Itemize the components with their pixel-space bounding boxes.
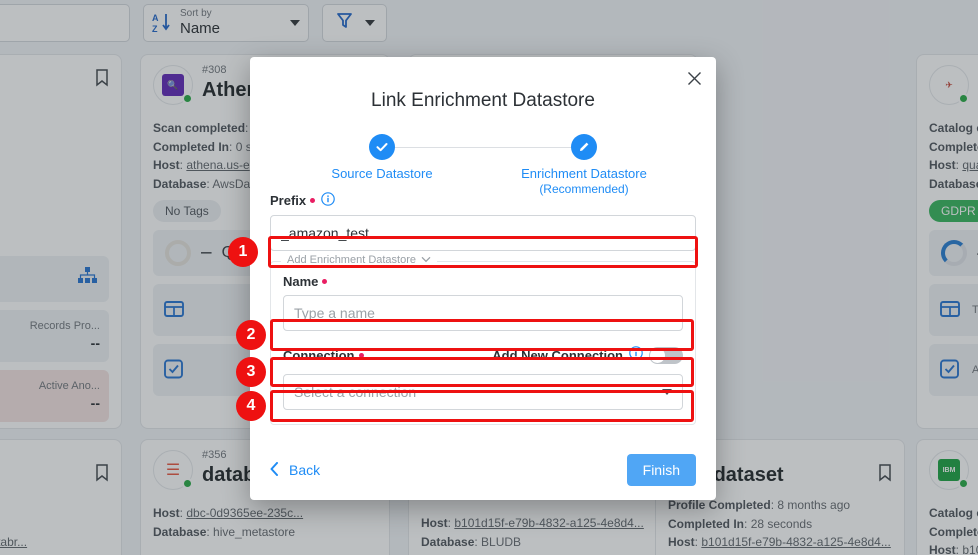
link-enrichment-datastore-modal: Link Enrichment Datastore Source Datasto…: [250, 57, 716, 500]
modal-title: Link Enrichment Datastore: [371, 90, 595, 111]
add-new-connection-label: Add New Connection: [492, 347, 623, 363]
step-label: Source Datastore: [331, 166, 433, 181]
annotation-marker-3: 3: [236, 357, 266, 387]
step-source-datastore[interactable]: Source Datastore: [316, 134, 448, 182]
required-indicator: [310, 198, 316, 203]
annotation-marker-4: 4: [236, 391, 266, 421]
name-label-row: Name: [283, 274, 683, 289]
modal-footer: Back Finish: [250, 440, 716, 500]
step-label: Enrichment Datastore: [521, 166, 647, 181]
connection-label-group: Connection: [283, 348, 492, 363]
name-label: Name: [283, 274, 319, 289]
connection-label: Connection: [283, 347, 355, 363]
required-indicator: [322, 279, 328, 284]
step-active-pencil-icon: [571, 134, 597, 160]
annotation-marker-2: 2: [236, 320, 266, 350]
close-icon[interactable]: [683, 67, 705, 89]
step-sublabel: (Recommended): [539, 182, 629, 197]
finish-button[interactable]: Finish: [626, 454, 696, 486]
info-icon[interactable]: [629, 345, 643, 365]
chevron-left-icon: [270, 461, 279, 479]
required-indicator: [358, 352, 364, 358]
fieldset-legend-label: Add Enrichment Datastore: [287, 254, 417, 266]
name-input[interactable]: [283, 295, 683, 331]
toggle-knob: [650, 347, 665, 363]
chevron-down-icon[interactable]: [421, 254, 431, 266]
back-button[interactable]: Back: [270, 461, 321, 479]
connection-row: Connection Add New Connection: [283, 342, 683, 368]
step-complete-check-icon: [369, 134, 395, 160]
annotation-marker-1: 1: [228, 237, 258, 267]
info-icon[interactable]: [321, 192, 335, 209]
add-enrichment-datastore-fieldset: Add Enrichment Datastore Name Connection: [270, 254, 696, 425]
prefix-label: Prefix: [270, 193, 307, 208]
app-root: A Z Sort by Name Records Pro... -- Activ…: [0, 0, 978, 555]
connection-select-placeholder: Select a connection: [294, 384, 417, 400]
prefix-input[interactable]: [270, 215, 696, 251]
wizard-stepper: Source Datastore Enrichment Datastore (R…: [316, 134, 650, 196]
back-button-label: Back: [289, 462, 321, 478]
add-new-connection-toggle[interactable]: [649, 346, 683, 364]
step-enrichment-datastore[interactable]: Enrichment Datastore (Recommended): [518, 134, 650, 196]
add-new-connection-group: Add New Connection: [492, 345, 683, 365]
modal-form: Prefix Add Enrichment Datastore Name: [250, 192, 716, 425]
connection-select[interactable]: Select a connection: [283, 374, 683, 410]
fieldset-legend[interactable]: Add Enrichment Datastore: [281, 254, 438, 266]
caret-down-icon: [662, 389, 672, 395]
